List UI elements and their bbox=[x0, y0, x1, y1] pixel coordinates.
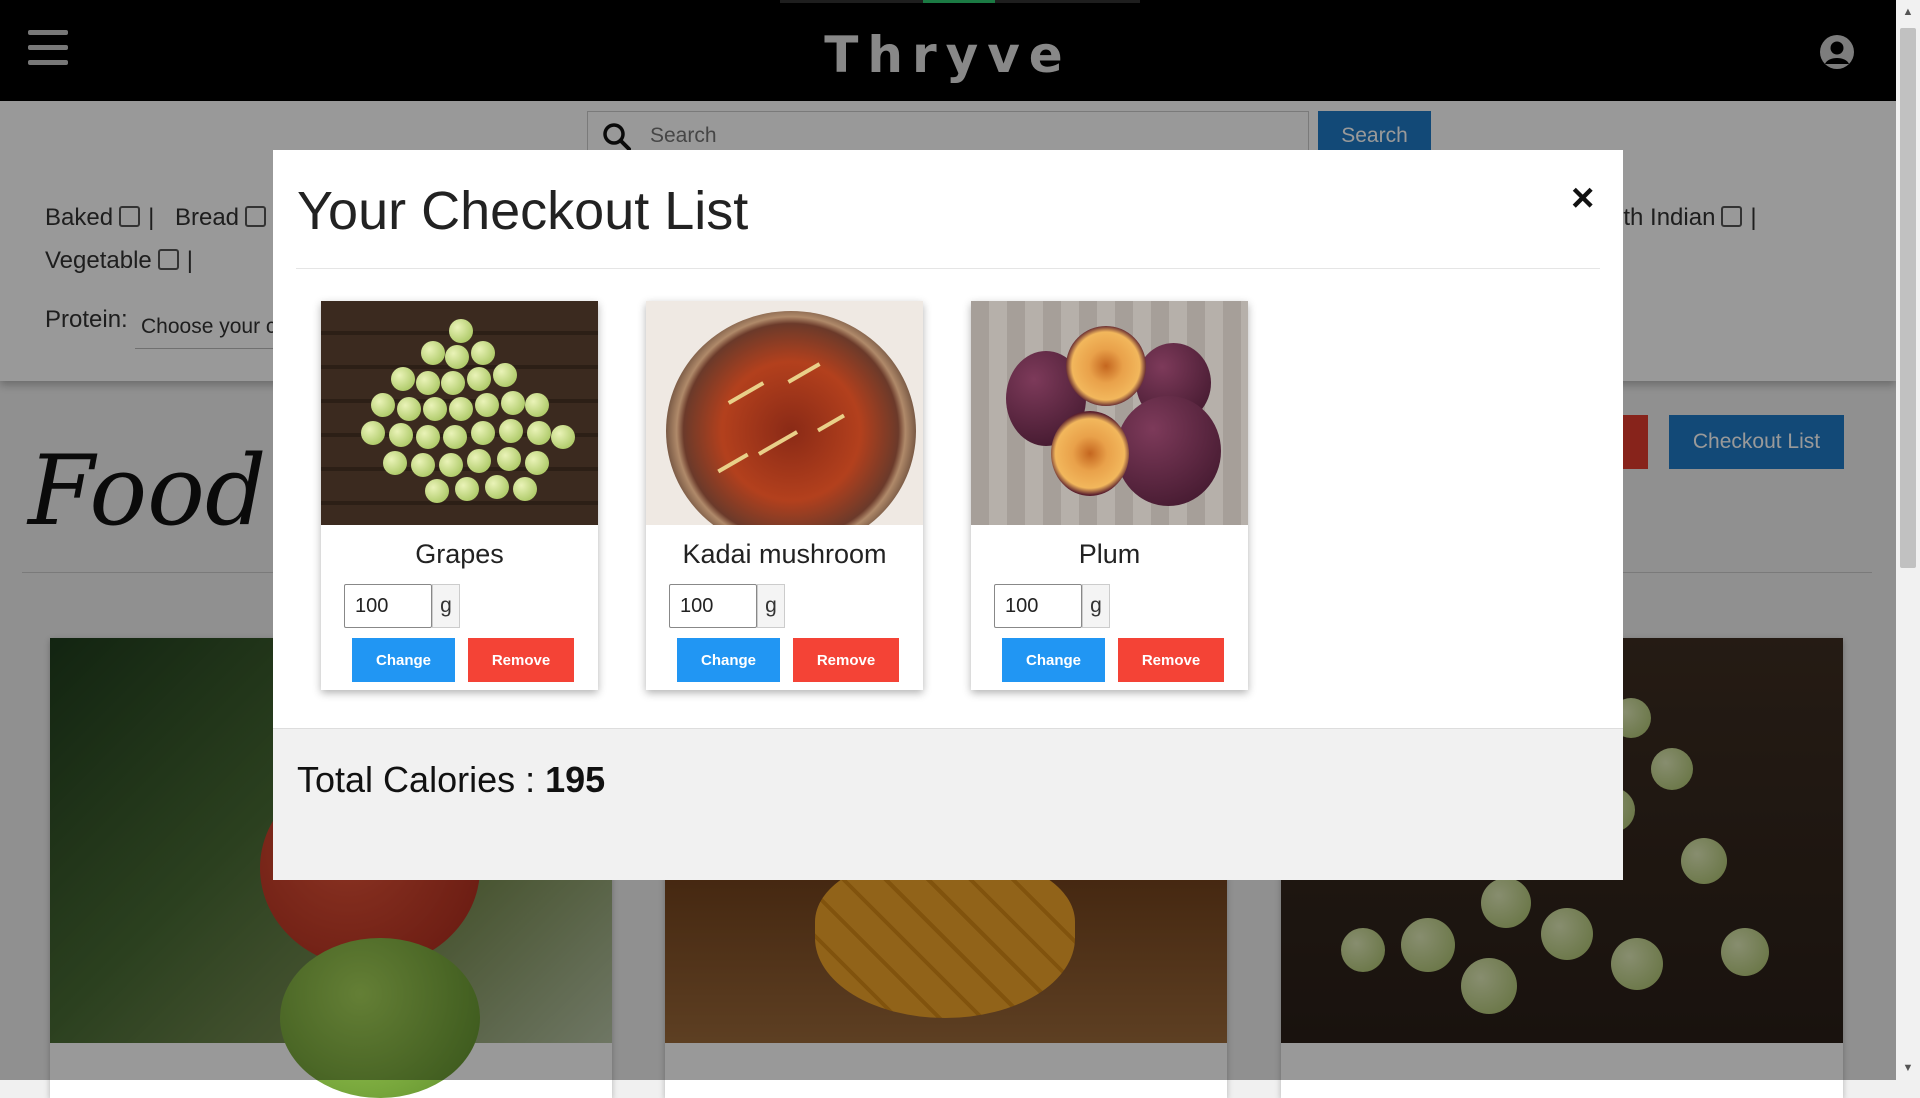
grapes-thumbnail bbox=[321, 301, 598, 525]
quantity-unit: g bbox=[757, 584, 785, 628]
total-calories-value: 195 bbox=[545, 759, 606, 800]
quantity-unit: g bbox=[432, 584, 460, 628]
remove-button[interactable]: Remove bbox=[468, 638, 574, 682]
scrollbar-thumb[interactable] bbox=[1900, 28, 1916, 568]
plum-thumbnail bbox=[971, 301, 1248, 525]
kadai-mushroom-thumbnail bbox=[646, 301, 923, 525]
item-name: Plum bbox=[1078, 539, 1141, 569]
change-button[interactable]: Change bbox=[1002, 638, 1105, 682]
checkout-item: Grapes g Change Remove bbox=[321, 301, 598, 690]
quantity-input[interactable] bbox=[344, 584, 432, 628]
quantity-unit: g bbox=[1082, 584, 1110, 628]
total-calories: Total Calories : 195 bbox=[297, 759, 606, 800]
checkout-modal: Your Checkout List × Grapes g Change Rem… bbox=[273, 150, 1623, 880]
item-name: Grapes bbox=[415, 539, 504, 569]
close-icon[interactable]: × bbox=[1571, 178, 1594, 218]
change-button[interactable]: Change bbox=[352, 638, 455, 682]
quantity-input[interactable] bbox=[994, 584, 1082, 628]
modal-divider bbox=[296, 268, 1600, 269]
checkout-item: Plum g Change Remove bbox=[971, 301, 1248, 690]
scroll-down-arrow-icon[interactable]: ▼ bbox=[1900, 1062, 1916, 1074]
quantity-input[interactable] bbox=[669, 584, 757, 628]
remove-button[interactable]: Remove bbox=[1118, 638, 1224, 682]
scroll-up-arrow-icon[interactable]: ▲ bbox=[1900, 6, 1916, 18]
modal-title: Your Checkout List bbox=[297, 181, 749, 241]
item-name: Kadai mushroom bbox=[682, 539, 887, 569]
modal-footer: Total Calories : 195 bbox=[273, 728, 1623, 880]
remove-button[interactable]: Remove bbox=[793, 638, 899, 682]
checkout-item: Kadai mushroom g Change Remove bbox=[646, 301, 923, 690]
change-button[interactable]: Change bbox=[677, 638, 780, 682]
